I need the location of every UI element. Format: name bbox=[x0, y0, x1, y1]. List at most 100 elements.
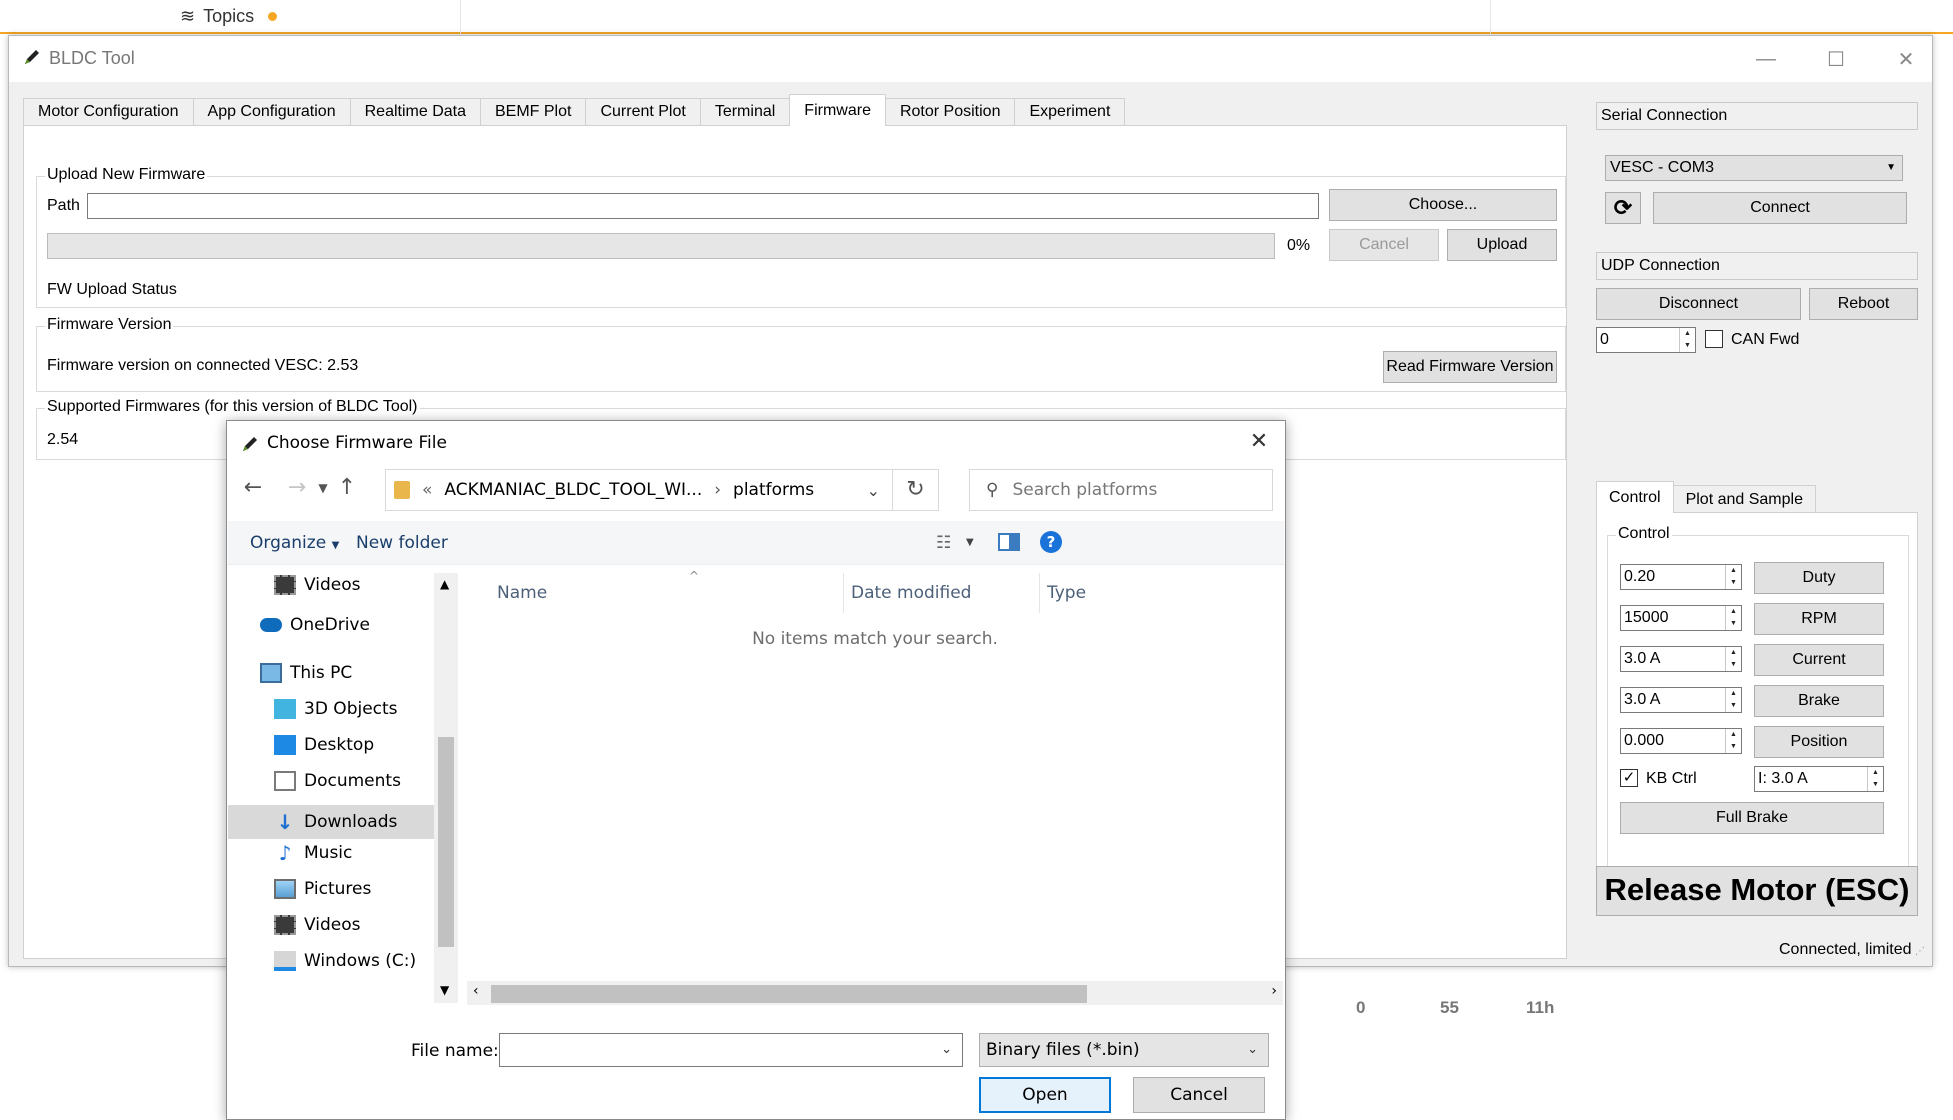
connect-button[interactable]: Connect bbox=[1653, 192, 1907, 224]
tab-current-plot[interactable]: Current Plot bbox=[585, 98, 701, 126]
help-icon[interactable]: ? bbox=[1040, 531, 1062, 553]
spin-arrows-icon[interactable]: ▲ ▼ bbox=[1725, 565, 1741, 589]
current-spinbox[interactable]: 3.0 A ▲ ▼ bbox=[1620, 646, 1742, 672]
open-button[interactable]: Open bbox=[979, 1077, 1111, 1113]
tab-firmware[interactable]: Firmware bbox=[789, 94, 886, 126]
position-button[interactable]: Position bbox=[1754, 726, 1884, 758]
subtab-control[interactable]: Control bbox=[1596, 481, 1674, 513]
chevron-down-icon[interactable]: ▼ bbox=[966, 537, 974, 548]
duty-button[interactable]: Duty bbox=[1754, 562, 1884, 594]
nav-item-pictures[interactable]: Pictures bbox=[274, 879, 371, 899]
spin-arrows-icon[interactable]: ▲ ▼ bbox=[1725, 688, 1741, 712]
resize-grip-icon[interactable]: ⋰ bbox=[1915, 946, 1925, 957]
spin-arrows-icon[interactable]: ▲ ▼ bbox=[1679, 328, 1695, 352]
tab-experiment[interactable]: Experiment bbox=[1014, 98, 1126, 126]
nav-item-desktop[interactable]: Desktop bbox=[274, 735, 374, 755]
breadcrumb-overflow[interactable]: « bbox=[422, 480, 432, 500]
serial-port-select[interactable]: VESC - COM3 ▼ bbox=[1605, 155, 1903, 181]
duty-spinbox[interactable]: 0.20 ▲ ▼ bbox=[1620, 564, 1742, 590]
preview-pane-icon[interactable] bbox=[998, 533, 1020, 551]
navigation-scrollbar[interactable]: ▲ ▼ bbox=[434, 573, 458, 1003]
serial-port-value: VESC - COM3 bbox=[1610, 159, 1715, 176]
path-input[interactable] bbox=[87, 193, 1319, 219]
nav-item-videos[interactable]: Videos bbox=[274, 575, 361, 595]
read-firmware-version-button[interactable]: Read Firmware Version bbox=[1383, 351, 1557, 383]
close-window-button[interactable]: ✕ bbox=[1876, 42, 1936, 76]
nav-item-onedrive[interactable]: OneDrive bbox=[260, 615, 370, 635]
brake-button[interactable]: Brake bbox=[1754, 685, 1884, 717]
minimize-button[interactable]: — bbox=[1736, 42, 1796, 76]
can-fwd-checkbox[interactable] bbox=[1705, 330, 1723, 348]
nav-item-documents[interactable]: Documents bbox=[274, 771, 401, 791]
arrow-left-icon: ← bbox=[243, 475, 263, 500]
chevron-down-icon[interactable]: ⌄ bbox=[867, 481, 880, 500]
tab-app-configuration[interactable]: App Configuration bbox=[192, 98, 351, 126]
release-motor-button[interactable]: Release Motor (ESC) bbox=[1596, 866, 1918, 916]
view-options-icon[interactable]: ☷ bbox=[936, 533, 951, 553]
position-spinbox[interactable]: 0.000 ▲ ▼ bbox=[1620, 728, 1742, 754]
maximize-button[interactable]: ☐ bbox=[1806, 42, 1866, 76]
file-type-select[interactable]: Binary files (*.bin) ⌄ bbox=[979, 1033, 1269, 1067]
tab-rotor-position[interactable]: Rotor Position bbox=[884, 98, 1016, 126]
address-bar[interactable]: « ACKMANIAC_BLDC_TOOL_WI... › platforms … bbox=[385, 469, 893, 511]
window-titlebar[interactable]: BLDC Tool — ☐ ✕ bbox=[9, 36, 1932, 82]
refresh-icon: ↻ bbox=[906, 477, 925, 502]
full-brake-button[interactable]: Full Brake bbox=[1620, 802, 1884, 834]
reboot-button[interactable]: Reboot bbox=[1809, 288, 1918, 320]
column-header-name[interactable]: Name bbox=[497, 583, 547, 603]
spin-arrows-icon[interactable]: ▲ ▼ bbox=[1725, 729, 1741, 753]
nav-item-windows-c[interactable]: Windows (C:) bbox=[274, 951, 416, 971]
rpm-button[interactable]: RPM bbox=[1754, 603, 1884, 635]
column-divider[interactable] bbox=[1039, 573, 1040, 613]
subtab-plot-and-sample[interactable]: Plot and Sample bbox=[1672, 485, 1816, 513]
topics-tab[interactable]: ≋ Topics bbox=[180, 6, 278, 27]
chevron-left-icon[interactable]: ‹ bbox=[473, 983, 479, 999]
choose-file-button[interactable]: Choose... bbox=[1329, 189, 1557, 221]
file-list-horizontal-scrollbar[interactable]: ‹ › bbox=[467, 981, 1283, 1005]
tab-bemf-plot[interactable]: BEMF Plot bbox=[479, 98, 587, 126]
forward-button[interactable]: → bbox=[283, 473, 311, 503]
tab-realtime-data[interactable]: Realtime Data bbox=[349, 98, 481, 126]
refresh-ports-button[interactable]: ⟳ bbox=[1605, 192, 1641, 224]
search-input[interactable]: ⚲ Search platforms bbox=[969, 469, 1273, 511]
cancel-upload-button[interactable]: Cancel bbox=[1329, 229, 1439, 261]
nav-item-3d-objects[interactable]: 3D Objects bbox=[274, 699, 398, 719]
nav-item-music[interactable]: ♪ Music bbox=[274, 843, 353, 863]
column-header-date-modified[interactable]: Date modified bbox=[851, 583, 971, 603]
breadcrumb-segment[interactable]: ACKMANIAC_BLDC_TOOL_WI... bbox=[444, 480, 702, 500]
upload-button[interactable]: Upload bbox=[1447, 229, 1557, 261]
nav-item-downloads[interactable]: ↓ Downloads bbox=[228, 805, 435, 839]
chevron-down-icon[interactable]: ▼ bbox=[440, 983, 449, 997]
file-name-input[interactable]: ⌄ bbox=[499, 1033, 963, 1067]
up-button[interactable]: ↑ bbox=[333, 473, 361, 503]
brake-spinbox[interactable]: 3.0 A ▲ ▼ bbox=[1620, 687, 1742, 713]
column-divider[interactable] bbox=[843, 573, 844, 613]
upload-firmware-group: Upload New Firmware Path Choose... 0% Ca… bbox=[36, 166, 1566, 308]
chevron-up-icon[interactable]: ▲ bbox=[440, 577, 449, 591]
chevron-down-icon[interactable]: ⌄ bbox=[941, 1034, 952, 1066]
nav-item-videos[interactable]: Videos bbox=[274, 915, 361, 935]
dialog-close-button[interactable]: ✕ bbox=[1241, 427, 1277, 457]
disconnect-button[interactable]: Disconnect bbox=[1596, 288, 1801, 320]
tab-terminal[interactable]: Terminal bbox=[699, 98, 791, 126]
spin-arrows-icon[interactable]: ▲ ▼ bbox=[1725, 647, 1741, 671]
organize-menu[interactable]: Organize ▼ bbox=[250, 533, 339, 553]
dialog-cancel-button[interactable]: Cancel bbox=[1133, 1077, 1265, 1113]
tab-motor-configuration[interactable]: Motor Configuration bbox=[23, 98, 194, 126]
can-id-spinbox[interactable]: 0 ▲ ▼ bbox=[1596, 327, 1696, 353]
kb-current-spinbox[interactable]: I: 3.0 A ▲ ▼ bbox=[1754, 766, 1884, 792]
spin-arrows-icon[interactable]: ▲ ▼ bbox=[1725, 606, 1741, 630]
new-folder-button[interactable]: New folder bbox=[356, 533, 448, 553]
breadcrumb-segment[interactable]: platforms bbox=[733, 480, 814, 500]
scroll-thumb[interactable] bbox=[438, 737, 454, 947]
refresh-button[interactable]: ↻ bbox=[893, 469, 939, 511]
chevron-right-icon[interactable]: › bbox=[1271, 983, 1277, 999]
rpm-spinbox[interactable]: 15000 ▲ ▼ bbox=[1620, 605, 1742, 631]
current-button[interactable]: Current bbox=[1754, 644, 1884, 676]
kb-ctrl-checkbox[interactable]: ✓ bbox=[1620, 769, 1638, 787]
spin-arrows-icon[interactable]: ▲ ▼ bbox=[1867, 767, 1883, 791]
nav-item-this-pc[interactable]: This PC bbox=[260, 663, 352, 683]
back-button[interactable]: ← bbox=[239, 473, 267, 503]
column-header-type[interactable]: Type bbox=[1047, 583, 1086, 603]
scroll-thumb[interactable] bbox=[491, 985, 1087, 1003]
